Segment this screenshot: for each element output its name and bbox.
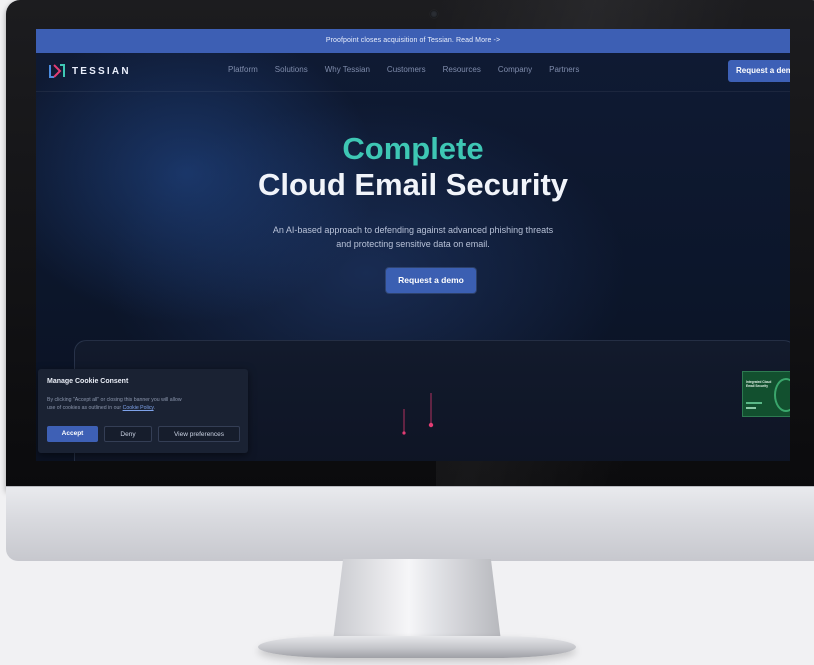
cookie-text-line2: use of cookies as outlined in our Cookie… xyxy=(47,404,243,412)
thumbnail-bar xyxy=(746,402,762,404)
cookie-policy-link[interactable]: Cookie Policy xyxy=(123,405,154,411)
announcement-text[interactable]: Proofpoint closes acquisition of Tessian… xyxy=(326,37,500,44)
cookie-banner-text: By clicking "Accept all" or closing this… xyxy=(47,396,243,412)
nav-item-partners[interactable]: Partners xyxy=(549,65,579,74)
announcement-bar[interactable]: Proofpoint closes acquisition of Tessian… xyxy=(36,29,790,53)
thumbnail-ring-graphic xyxy=(774,378,790,412)
nav-item-company[interactable]: Company xyxy=(498,65,532,74)
cookie-consent-banner: Manage Cookie Consent By clicking "Accep… xyxy=(38,369,248,453)
cookie-text-line1: By clicking "Accept all" or closing this… xyxy=(47,397,182,403)
tessian-logo-icon xyxy=(49,64,65,78)
top-navigation: TESSIAN Platform Solutions Why Tessian C… xyxy=(36,53,790,92)
browser-viewport: Proofpoint closes acquisition of Tessian… xyxy=(36,29,790,461)
webcam-icon xyxy=(430,10,438,18)
nav-item-platform[interactable]: Platform xyxy=(228,65,258,74)
nav-item-solutions[interactable]: Solutions xyxy=(275,65,308,74)
cookie-deny-button[interactable]: Deny xyxy=(104,426,152,442)
cookie-accept-button[interactable]: Accept xyxy=(47,426,98,442)
nav-links: Platform Solutions Why Tessian Customers… xyxy=(228,65,596,74)
report-thumbnail[interactable]: Integrated Cloud Email Security xyxy=(742,371,790,417)
cookie-preferences-button[interactable]: View preferences xyxy=(158,426,240,442)
hero-headline-secondary: Cloud Email Security xyxy=(257,167,569,202)
nav-item-customers[interactable]: Customers xyxy=(387,65,426,74)
monitor-chin xyxy=(6,486,814,561)
cookie-text-prefix: use of cookies as outlined in our xyxy=(47,405,122,411)
hero-subtitle: An AI-based approach to defending agains… xyxy=(246,223,580,251)
cookie-banner-title: Manage Cookie Consent xyxy=(47,378,129,385)
nav-request-demo-button[interactable]: Request a demo xyxy=(728,60,790,82)
threat-indicator-graphic xyxy=(402,393,434,435)
hero-request-demo-button[interactable]: Request a demo xyxy=(386,268,476,293)
hero-subtitle-line1: An AI-based approach to defending agains… xyxy=(272,225,554,235)
monitor-stand-base xyxy=(258,636,576,658)
hero-subtitle-line2: and protecting sensitive data on email. xyxy=(336,239,490,249)
thumbnail-bar xyxy=(746,407,756,409)
nav-item-resources[interactable]: Resources xyxy=(443,65,481,74)
thumbnail-title: Integrated Cloud Email Security xyxy=(746,380,772,388)
brand-logo[interactable]: TESSIAN xyxy=(48,61,131,81)
brand-name: TESSIAN xyxy=(72,65,131,77)
nav-item-why-tessian[interactable]: Why Tessian xyxy=(325,65,370,74)
cookie-text-suffix: . xyxy=(153,405,156,411)
monitor-stand-neck xyxy=(333,559,501,641)
hero-headline-primary: Complete xyxy=(342,131,484,166)
